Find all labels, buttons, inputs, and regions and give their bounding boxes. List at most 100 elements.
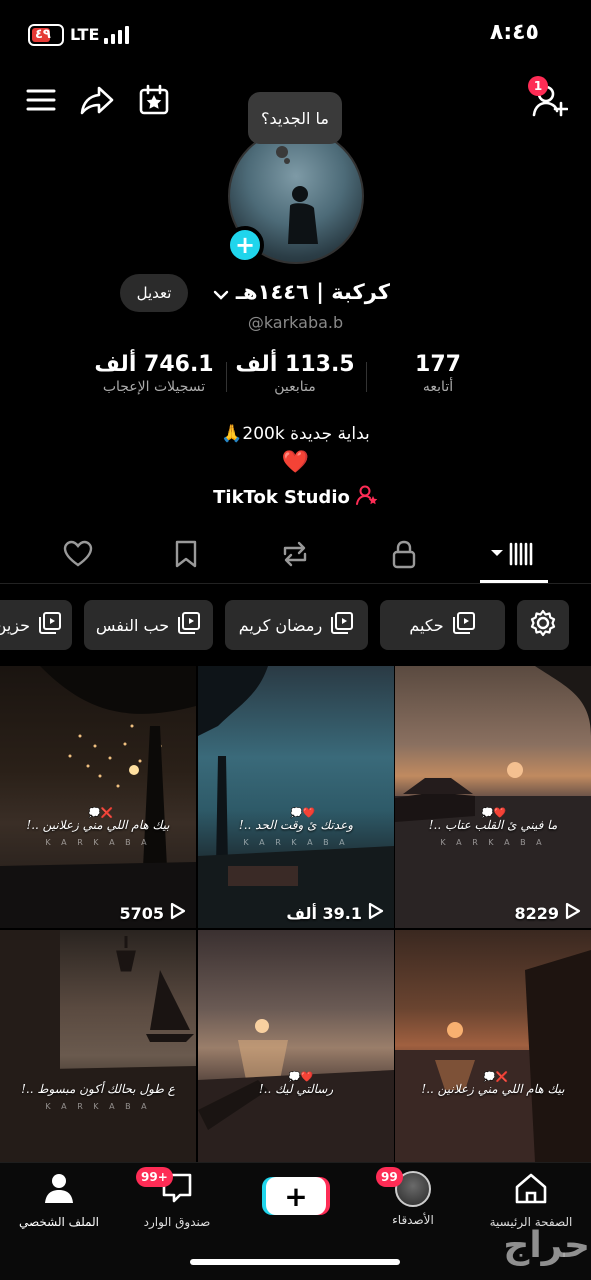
nav-home[interactable]: الصفحة الرئيسية <box>476 1171 586 1229</box>
inbox-badge: 99+ <box>136 1167 173 1187</box>
whats-new-bubble[interactable]: ما الجديد؟ <box>248 92 342 144</box>
nav-inbox[interactable]: 99+ صندوق الوارد <box>122 1167 232 1229</box>
studio-user-icon <box>355 484 378 511</box>
chip-playlist[interactable]: حزين <box>0 600 72 650</box>
home-indicator[interactable] <box>190 1259 400 1265</box>
display-name: كركبة | ١٤٤٦هـ <box>235 280 390 304</box>
tab-private[interactable] <box>384 538 424 574</box>
tab-saved[interactable] <box>166 538 206 574</box>
bookmark-icon <box>174 540 198 572</box>
view-count-value: 39.1 ألف <box>286 903 362 923</box>
profile-icon <box>42 1171 76 1209</box>
home-icon <box>513 1171 549 1209</box>
playlist-icon <box>330 611 354 639</box>
likes-label: تسجيلات الإعجاب <box>102 379 206 395</box>
followers-stat[interactable]: 113.5 ألف متابعين <box>230 352 360 395</box>
video-watermark-text: K A R K A B A <box>45 1102 151 1111</box>
play-icon <box>170 902 186 924</box>
video-thumbnail[interactable]: 💭❤️ ما فيني ئ القلب عتاب ..! K A R K A B… <box>395 666 591 928</box>
chip-playlist[interactable]: حكيم <box>380 600 505 650</box>
share-icon[interactable] <box>78 82 116 118</box>
chip-label: حب النفس <box>95 615 170 635</box>
video-grid: 💭❤️ ما فيني ئ القلب عتاب ..! K A R K A B… <box>0 666 591 1192</box>
active-tab-indicator <box>480 580 548 583</box>
likes-stat[interactable]: 746.1 ألف تسجيلات الإعجاب <box>86 352 222 395</box>
notification-badge: 1 <box>528 76 548 96</box>
videos-grid-icon <box>489 540 539 572</box>
repost-icon <box>279 540 311 572</box>
tab-videos[interactable] <box>488 538 540 574</box>
edit-profile-button[interactable]: تعديل <box>120 274 188 312</box>
playlist-icon <box>177 611 201 639</box>
network-type: LTE <box>70 25 100 44</box>
chip-label: حكيم <box>409 615 444 635</box>
video-thumbnail[interactable]: 💭❤️ وعدتك ئ وقت الحد ..! K A R K A B A 3… <box>198 666 394 928</box>
video-thumbnail[interactable]: 💭❤️ رسالتي ليك ..! <box>198 930 394 1192</box>
playlist-chips: حكيم رمضان كريم حب النفس حزين <box>0 600 591 652</box>
chip-playlist[interactable]: حب النفس <box>84 600 213 650</box>
following-stat[interactable]: 177 أتابعه <box>380 352 496 395</box>
chip-playlist[interactable]: رمضان كريم <box>225 600 368 650</box>
playlist-icon <box>452 611 476 639</box>
thumbnail-scene <box>0 930 196 1162</box>
video-caption: وعدتك ئ وقت الحد ..! <box>238 818 354 832</box>
video-caption: بيك هام اللي مني زعلانين ..! <box>26 818 170 832</box>
haraj-watermark: حراج <box>503 1225 590 1266</box>
tab-reposts[interactable] <box>275 538 315 574</box>
view-count: 5705 <box>119 902 186 924</box>
bubble-tail <box>276 146 288 158</box>
play-icon <box>368 902 384 924</box>
nav-profile[interactable]: الملف الشخصي <box>4 1171 114 1229</box>
battery-level: ٤٩ <box>35 27 51 42</box>
username[interactable]: @karkaba.b <box>0 313 591 332</box>
bottom-nav: الصفحة الرئيسية 99 الأصدقاء + 99+ صندوق … <box>0 1162 591 1280</box>
thumbnail-scene <box>0 666 196 928</box>
tab-liked[interactable] <box>58 538 98 574</box>
likes-count: 746.1 ألف <box>94 352 214 377</box>
signal-icon <box>104 26 129 44</box>
profile-stats: 177 أتابعه 113.5 ألف متابعين 746.1 ألف ت… <box>0 352 591 402</box>
view-count-value: 5705 <box>119 903 164 923</box>
lock-icon <box>391 539 417 573</box>
video-caption: رسالتي ليك ..! <box>258 1082 334 1096</box>
nav-inbox-label: صندوق الوارد <box>143 1215 211 1229</box>
clock: ٨:٤٥ <box>489 20 539 45</box>
following-count: 177 <box>415 352 461 377</box>
video-caption: بيك هام اللي مني زعلانين ..! <box>421 1082 565 1096</box>
thumbnail-scene <box>198 666 394 928</box>
video-caption: ما فيني ئ القلب عتاب ..! <box>428 818 558 832</box>
video-watermark-text: K A R K A B A <box>440 838 546 847</box>
video-watermark-text: K A R K A B A <box>45 838 151 847</box>
video-watermark-text: K A R K A B A <box>243 838 349 847</box>
add-friend-icon[interactable]: 1 <box>528 76 570 120</box>
chip-label: رمضان كريم <box>238 615 323 635</box>
bio-text: بداية جديدة 200k🙏 <box>221 424 370 444</box>
calendar-star-icon[interactable] <box>136 82 172 118</box>
thumbnail-scene <box>395 666 591 928</box>
gear-icon <box>529 609 557 641</box>
followers-label: متابعين <box>274 379 316 395</box>
tiktok-studio-label: TikTok Studio <box>213 487 350 508</box>
menu-icon[interactable] <box>24 82 58 118</box>
heart-icon <box>63 540 93 572</box>
add-story-button[interactable]: + <box>226 226 264 264</box>
view-count: 39.1 ألف <box>286 902 384 924</box>
followers-count: 113.5 ألف <box>235 352 355 377</box>
view-count: 8229 <box>514 902 581 924</box>
avatar-silhouette <box>288 186 318 244</box>
nav-friends[interactable]: 99 الأصدقاء <box>358 1167 468 1227</box>
playlist-icon <box>38 611 62 639</box>
profile-tabs <box>0 530 591 584</box>
video-thumbnail[interactable]: 💭❌ بيك هام اللي مني زعلانين ..! <box>395 930 591 1192</box>
battery-icon: ٤٩ <box>28 24 64 46</box>
status-bar: ٤٩ LTE ٨:٤٥ <box>0 0 591 70</box>
video-thumbnail[interactable]: ع طول بحالك أكون مبسوط ..! K A R K A B A <box>0 930 196 1192</box>
video-thumbnail[interactable]: 💭❌ بيك هام اللي مني زعلانين ..! K A R K … <box>0 666 196 928</box>
following-label: أتابعه <box>422 379 454 395</box>
thumbnail-scene <box>395 950 591 1162</box>
chip-settings[interactable] <box>517 600 569 650</box>
bubble-tail-small <box>284 158 290 164</box>
bio-heart: ❤️ <box>281 450 310 475</box>
tiktok-studio-link[interactable]: TikTok Studio <box>0 484 591 511</box>
create-button[interactable]: + <box>266 1177 326 1215</box>
